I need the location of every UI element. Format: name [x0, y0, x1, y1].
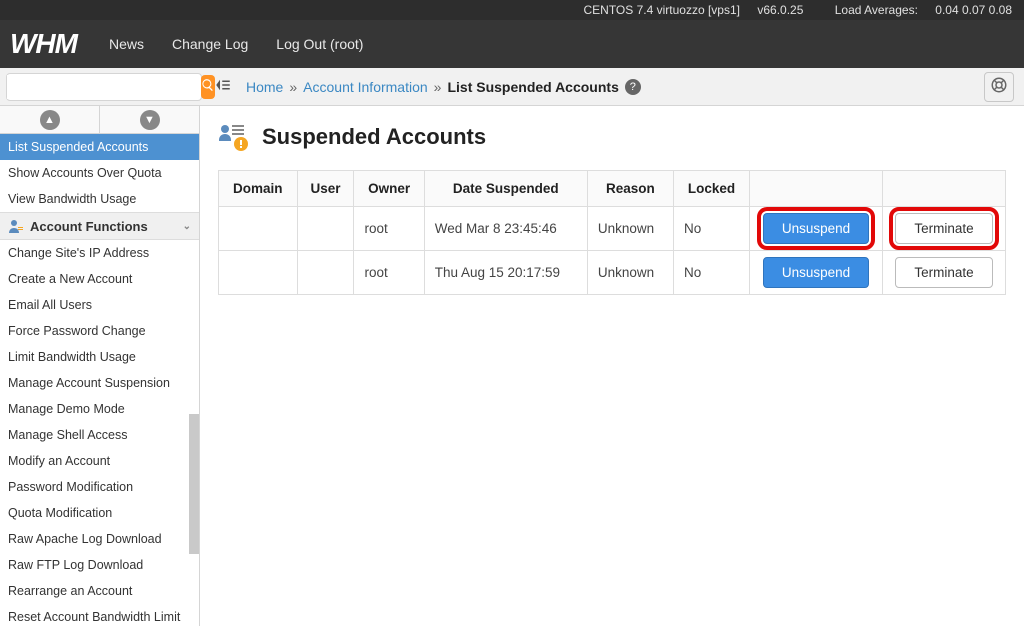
col-date[interactable]: Date Suspended: [424, 171, 587, 207]
sidebar-item[interactable]: Rearrange an Account: [0, 578, 199, 604]
crumb-sep: »: [434, 79, 442, 95]
page-title: Suspended Accounts: [262, 124, 486, 150]
cell-terminate: Terminate: [883, 251, 1006, 295]
main-content: Suspended Accounts Domain User Owner Dat…: [200, 106, 1024, 626]
lifebuoy-icon: [990, 76, 1008, 97]
whm-logo[interactable]: WHM: [10, 28, 77, 60]
col-user[interactable]: User: [297, 171, 354, 207]
toolbar: Home » Account Information » List Suspen…: [0, 68, 1024, 106]
sidebar-scrollbar[interactable]: [189, 414, 199, 554]
sidebar-item[interactable]: Force Password Change: [0, 318, 199, 344]
sidebar-item[interactable]: Manage Shell Access: [0, 422, 199, 448]
header: WHM News Change Log Log Out (root): [0, 20, 1024, 68]
sidebar-item[interactable]: View Bandwidth Usage: [0, 186, 199, 212]
col-domain[interactable]: Domain: [219, 171, 298, 207]
cell-domain: [219, 251, 298, 295]
cell-date: Wed Mar 8 23:45:46: [424, 207, 587, 251]
sidebar-item[interactable]: Email All Users: [0, 292, 199, 318]
cell-user: [297, 251, 354, 295]
account-functions-icon: [8, 218, 24, 234]
cell-domain: [219, 207, 298, 251]
cell-reason: Unknown: [587, 207, 673, 251]
terminate-button[interactable]: Terminate: [895, 213, 992, 244]
sidebar-item[interactable]: Reset Account Bandwidth Limit: [0, 604, 199, 626]
cell-reason: Unknown: [587, 251, 673, 295]
sidebar-item[interactable]: Raw Apache Log Download: [0, 526, 199, 552]
sidebar-item[interactable]: Limit Bandwidth Usage: [0, 344, 199, 370]
sidebar-item[interactable]: List Suspended Accounts: [0, 134, 199, 160]
sidebar-item[interactable]: Show Accounts Over Quota: [0, 160, 199, 186]
sidebar-item[interactable]: Manage Account Suspension: [0, 370, 199, 396]
cell-terminate: Terminate: [883, 207, 1006, 251]
col-locked[interactable]: Locked: [673, 171, 749, 207]
menu-collapse-icon: [214, 76, 232, 97]
crumb-section[interactable]: Account Information: [303, 79, 428, 95]
load-averages: Load Averages: 0.04 0.07 0.08: [821, 3, 1012, 17]
unsuspend-button[interactable]: Unsuspend: [763, 213, 869, 244]
status-bar: CENTOS 7.4 virtuozzo [vps1] v66.0.25 Loa…: [0, 0, 1024, 20]
sidebar-item[interactable]: Modify an Account: [0, 448, 199, 474]
sidebar-item[interactable]: Raw FTP Log Download: [0, 552, 199, 578]
crumb-current: List Suspended Accounts: [447, 79, 618, 95]
nav-logout[interactable]: Log Out (root): [276, 36, 363, 52]
arrow-up-icon: ▲: [40, 110, 60, 130]
sidebar-list[interactable]: List Suspended AccountsShow Accounts Ove…: [0, 134, 199, 626]
col-unsuspend: [750, 171, 883, 207]
table-row: rootThu Aug 15 20:17:59UnknownNo Unsuspen…: [219, 251, 1006, 295]
cell-owner: root: [354, 251, 424, 295]
os-info: CENTOS 7.4 virtuozzo [vps1]: [583, 3, 740, 17]
cell-unsuspend: Unsuspend: [750, 207, 883, 251]
sidebar-item[interactable]: Change Site's IP Address: [0, 240, 199, 266]
col-reason[interactable]: Reason: [587, 171, 673, 207]
arrow-down-icon: ▼: [140, 110, 160, 130]
cell-locked: No: [673, 207, 749, 251]
crumb-home[interactable]: Home: [246, 79, 283, 95]
help-icon[interactable]: ?: [625, 79, 641, 95]
cell-user: [297, 207, 354, 251]
cell-date: Thu Aug 15 20:17:59: [424, 251, 587, 295]
sidebar-item[interactable]: Manage Demo Mode: [0, 396, 199, 422]
unsuspend-button[interactable]: Unsuspend: [763, 257, 869, 288]
suspended-accounts-table: Domain User Owner Date Suspended Reason …: [218, 170, 1006, 295]
terminate-button[interactable]: Terminate: [895, 257, 992, 288]
nav-news[interactable]: News: [109, 36, 144, 52]
table-row: rootWed Mar 8 23:45:46UnknownNo Unsuspend…: [219, 207, 1006, 251]
suspended-accounts-icon: [218, 122, 252, 152]
sidebar-up-button[interactable]: ▲: [0, 106, 100, 133]
sidebar-item[interactable]: Password Modification: [0, 474, 199, 500]
crumb-sep: »: [289, 79, 297, 95]
cell-locked: No: [673, 251, 749, 295]
col-terminate: [883, 171, 1006, 207]
sidebar-item[interactable]: Quota Modification: [0, 500, 199, 526]
sidebar-down-button[interactable]: ▼: [100, 106, 199, 133]
sidebar-item[interactable]: Create a New Account: [0, 266, 199, 292]
sidebar-section-account-functions[interactable]: Account Functions ⌄: [0, 212, 199, 240]
search-input[interactable]: [7, 75, 199, 99]
sidebar-nav-arrows: ▲ ▼: [0, 106, 199, 134]
cell-owner: root: [354, 207, 424, 251]
cell-unsuspend: Unsuspend: [750, 251, 883, 295]
table-header-row: Domain User Owner Date Suspended Reason …: [219, 171, 1006, 207]
col-owner[interactable]: Owner: [354, 171, 424, 207]
chevron-down-icon: ⌄: [183, 221, 191, 232]
nav-changelog[interactable]: Change Log: [172, 36, 248, 52]
page-title-row: Suspended Accounts: [218, 122, 1006, 152]
support-button[interactable]: [984, 72, 1014, 102]
sidebar: ▲ ▼ List Suspended AccountsShow Accounts…: [0, 106, 200, 626]
sidebar-section-label: Account Functions: [30, 219, 148, 234]
version-info: v66.0.25: [757, 3, 803, 17]
breadcrumb: Home » Account Information » List Suspen…: [246, 79, 641, 95]
sidebar-toggle-button[interactable]: [212, 76, 234, 98]
search-box: [6, 73, 202, 101]
